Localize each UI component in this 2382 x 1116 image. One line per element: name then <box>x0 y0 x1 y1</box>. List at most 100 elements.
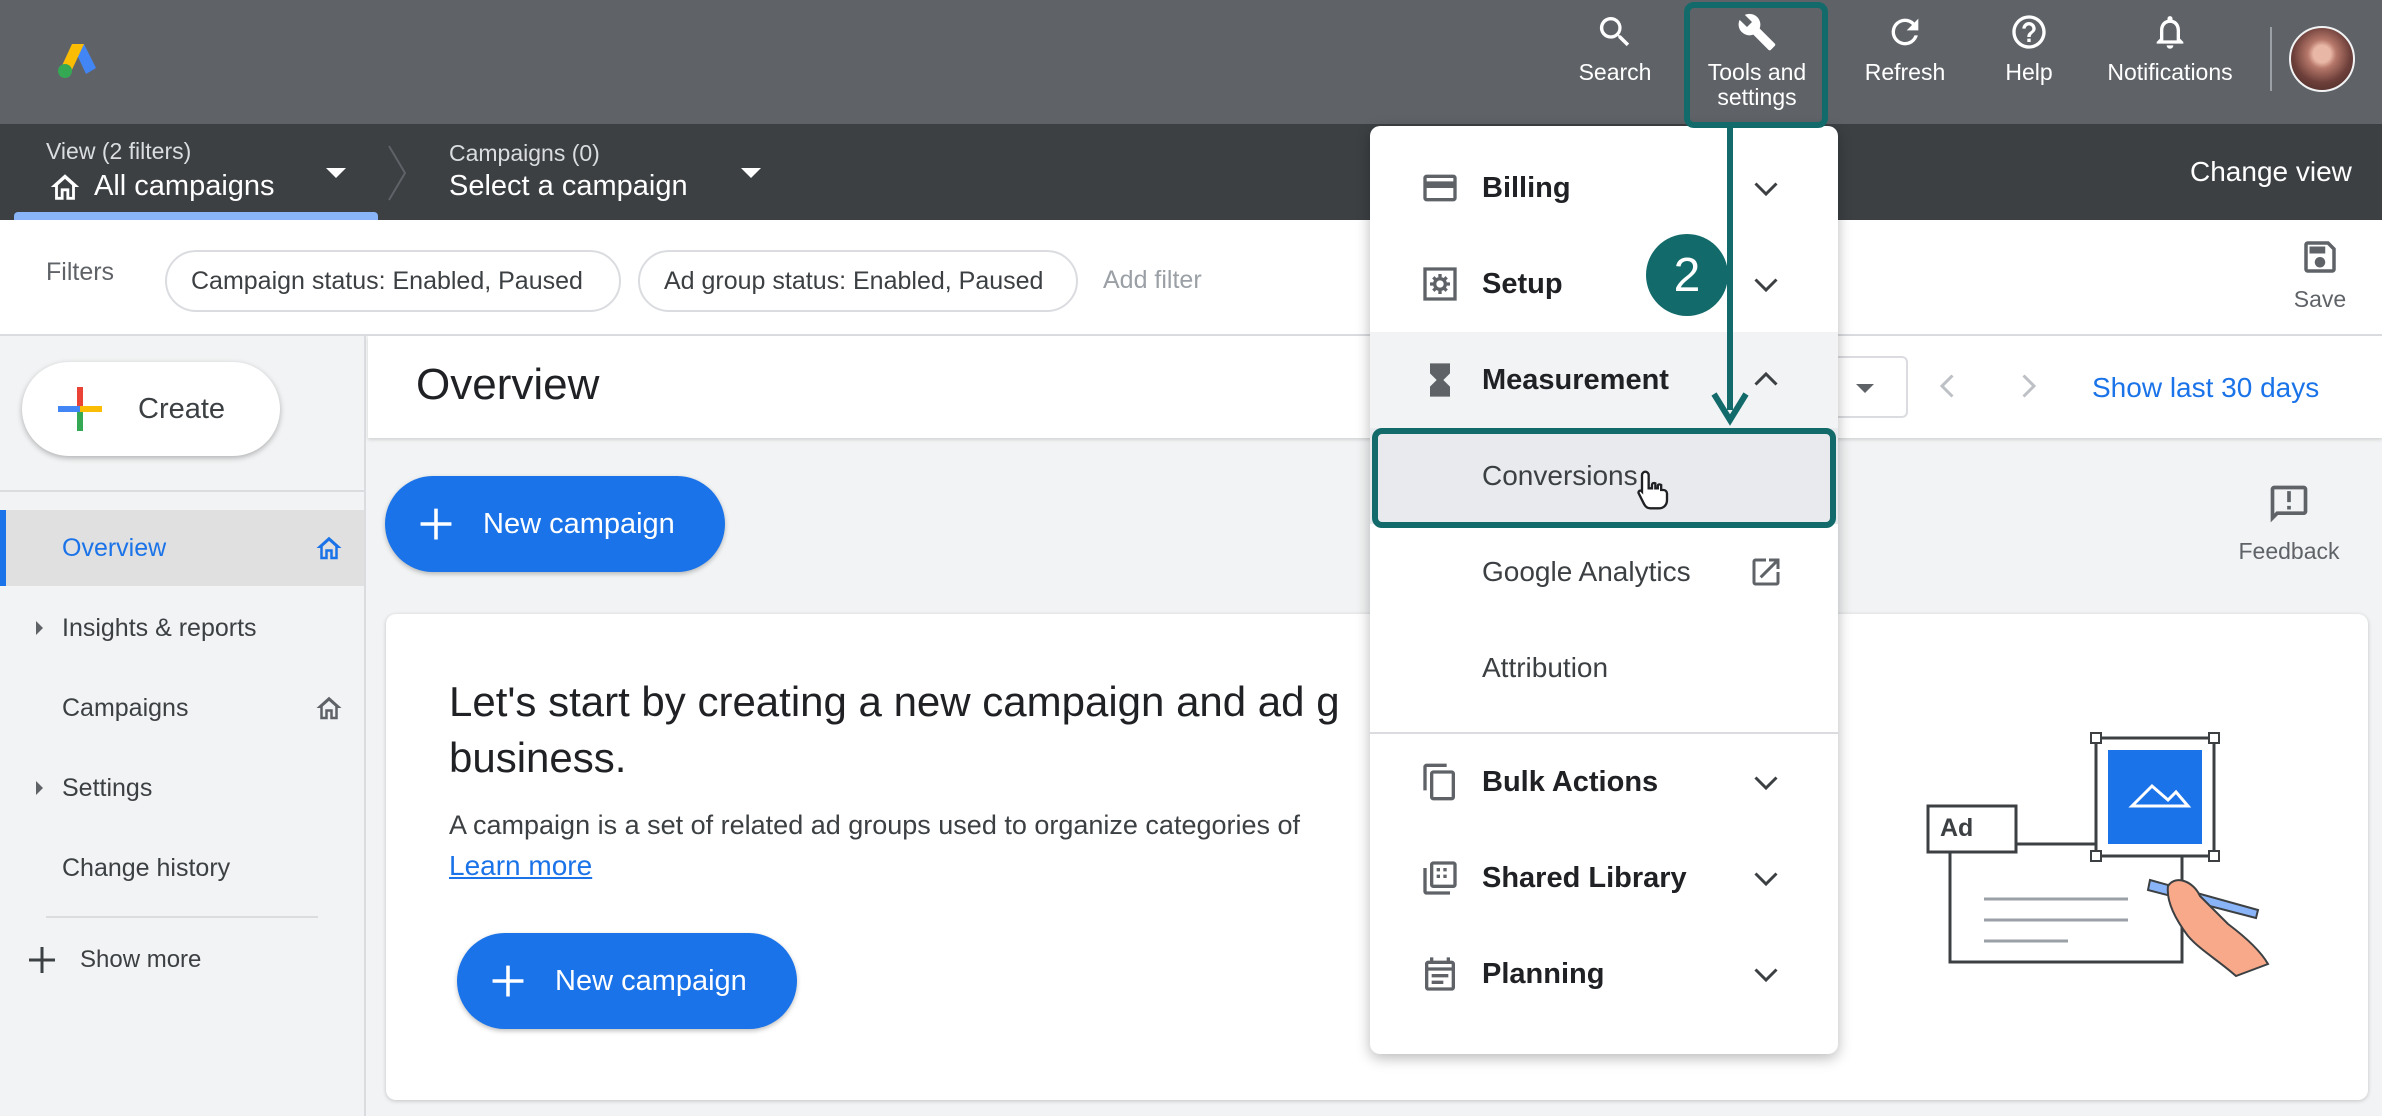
notifications-button[interactable]: Notifications <box>2090 0 2250 124</box>
sidebar-item-label: Settings <box>62 773 153 802</box>
sidebar-item-label: Change history <box>62 853 231 882</box>
view-dropdown-caret[interactable] <box>326 168 346 178</box>
plus-icon <box>29 947 55 973</box>
add-filter-button[interactable]: Add filter <box>1103 266 1202 295</box>
menu-item-label: Measurement <box>1482 363 1669 396</box>
chevron-left-icon[interactable] <box>1930 368 1966 404</box>
bell-icon <box>2156 16 2184 49</box>
avatar[interactable] <box>2289 26 2355 92</box>
topbar-separator <box>2270 27 2272 91</box>
sidebar-item-campaigns[interactable]: Campaigns <box>0 670 364 746</box>
save-label: Save <box>2293 286 2347 312</box>
menu-item-label: Attribution <box>1482 652 1609 683</box>
view-filter-count: View (2 filters) <box>46 138 192 164</box>
ad-illustration: Ad <box>1918 724 2274 988</box>
menu-item-shared-library[interactable]: Shared Library <box>1370 830 1838 926</box>
search-button[interactable]: Search <box>1570 0 1660 124</box>
hourglass-icon <box>1430 363 1450 397</box>
help-label: Help <box>2005 59 2053 85</box>
chevron-down-icon <box>1754 968 1778 983</box>
tools-highlight-box <box>1684 2 1828 128</box>
menu-item-planning[interactable]: Planning <box>1370 926 1838 1022</box>
external-link-icon <box>1752 558 1780 586</box>
sidebar-divider <box>0 490 364 492</box>
learn-more-link[interactable]: Learn more <box>449 850 592 882</box>
bulk-actions-icon <box>1423 763 1455 801</box>
menu-item-setup[interactable]: Setup <box>1370 236 1838 332</box>
view-selector[interactable]: All campaigns <box>94 170 275 203</box>
home-icon <box>48 170 82 204</box>
menu-item-google-analytics[interactable]: Google Analytics <box>1370 524 1838 620</box>
new-campaign-label: New campaign <box>483 507 675 540</box>
show-more-label: Show more <box>80 946 202 973</box>
sidebar-item-settings[interactable]: Settings <box>0 750 364 826</box>
refresh-button[interactable]: Refresh <box>1860 0 1950 124</box>
view-bar <box>0 124 2382 220</box>
feedback-label: Feedback <box>2238 538 2340 564</box>
ad-group-status-filter-chip[interactable]: Ad group status: Enabled, Paused <box>638 250 1078 312</box>
new-campaign-label: New campaign <box>555 964 747 997</box>
refresh-icon <box>1891 18 1919 46</box>
campaign-status-filter-chip[interactable]: Campaign status: Enabled, Paused <box>165 250 621 312</box>
home-icon <box>316 536 342 560</box>
search-icon <box>1599 17 1630 47</box>
page-title: Overview <box>416 360 600 409</box>
expand-arrow-icon <box>36 621 43 635</box>
feedback-button[interactable]: Feedback <box>2232 482 2346 565</box>
show-last-30-days-link[interactable]: Show last 30 days <box>2092 372 2319 404</box>
create-button[interactable]: Create <box>22 362 280 456</box>
expand-arrow-icon <box>36 781 43 795</box>
feedback-icon <box>2270 485 2308 523</box>
sidebar-divider <box>46 916 318 918</box>
help-icon <box>2012 15 2046 49</box>
plus-icon <box>492 965 524 997</box>
home-icon <box>316 696 342 720</box>
sidebar-item-change-history[interactable]: Change history <box>0 830 364 906</box>
help-button[interactable]: Help <box>1984 0 2074 124</box>
sidebar-item-label: Campaigns <box>62 693 189 722</box>
menu-item-label: Shared Library <box>1482 861 1687 894</box>
calendar-icon <box>1425 957 1455 991</box>
refresh-label: Refresh <box>1864 59 1946 85</box>
campaign-selector[interactable]: Select a campaign <box>449 170 688 203</box>
menu-item-measurement[interactable]: Measurement <box>1370 332 1838 428</box>
sidebar-item-insights-reports[interactable]: Insights & reports <box>0 590 364 666</box>
menu-item-attribution[interactable]: Attribution <box>1370 620 1838 716</box>
card-headline-line1: Let's start by creating a new campaign a… <box>449 678 1340 725</box>
breadcrumb-chevron-icon <box>388 145 407 201</box>
sidebar-item-label: Overview <box>62 533 167 562</box>
colorful-plus-icon <box>58 387 102 431</box>
chevron-down-icon <box>1754 776 1778 791</box>
chevron-right-icon[interactable] <box>2010 368 2046 404</box>
show-more-button[interactable]: Show more <box>26 944 201 976</box>
conversions-highlight-box <box>1372 428 1836 528</box>
sidebar-item-label: Insights & reports <box>62 613 257 642</box>
filters-label: Filters <box>46 258 115 286</box>
change-view-button[interactable]: Change view <box>2190 156 2352 188</box>
menu-item-label: Billing <box>1482 171 1571 204</box>
card-description: A campaign is a set of related ad groups… <box>449 810 1301 840</box>
menu-item-bulk-actions[interactable]: Bulk Actions <box>1370 734 1838 830</box>
sidebar-item-overview[interactable]: Overview <box>0 510 364 586</box>
card-headline-line2: business. <box>449 734 627 781</box>
save-button[interactable]: Save <box>2290 236 2350 313</box>
create-label: Create <box>138 392 226 425</box>
plus-icon <box>420 508 452 540</box>
chevron-down-icon <box>1754 872 1778 887</box>
view-active-indicator <box>14 212 378 220</box>
google-ads-logo[interactable] <box>56 40 102 80</box>
menu-item-label: Planning <box>1482 957 1605 990</box>
credit-card-icon <box>1423 174 1457 202</box>
search-label: Search <box>1578 59 1652 85</box>
hand-cursor-icon <box>1637 470 1669 510</box>
library-grid-icon <box>1423 861 1457 895</box>
campaign-dropdown-caret[interactable] <box>741 168 761 178</box>
menu-item-label: Setup <box>1482 267 1563 300</box>
step-number-badge: 2 <box>1646 234 1728 316</box>
save-icon <box>2304 241 2336 273</box>
campaigns-count: Campaigns (0) <box>449 140 600 166</box>
setup-gear-icon <box>1423 267 1457 301</box>
new-campaign-button-top[interactable]: New campaign <box>385 476 725 572</box>
new-campaign-button-card[interactable]: New campaign <box>457 933 797 1029</box>
menu-item-billing[interactable]: Billing <box>1370 140 1838 236</box>
